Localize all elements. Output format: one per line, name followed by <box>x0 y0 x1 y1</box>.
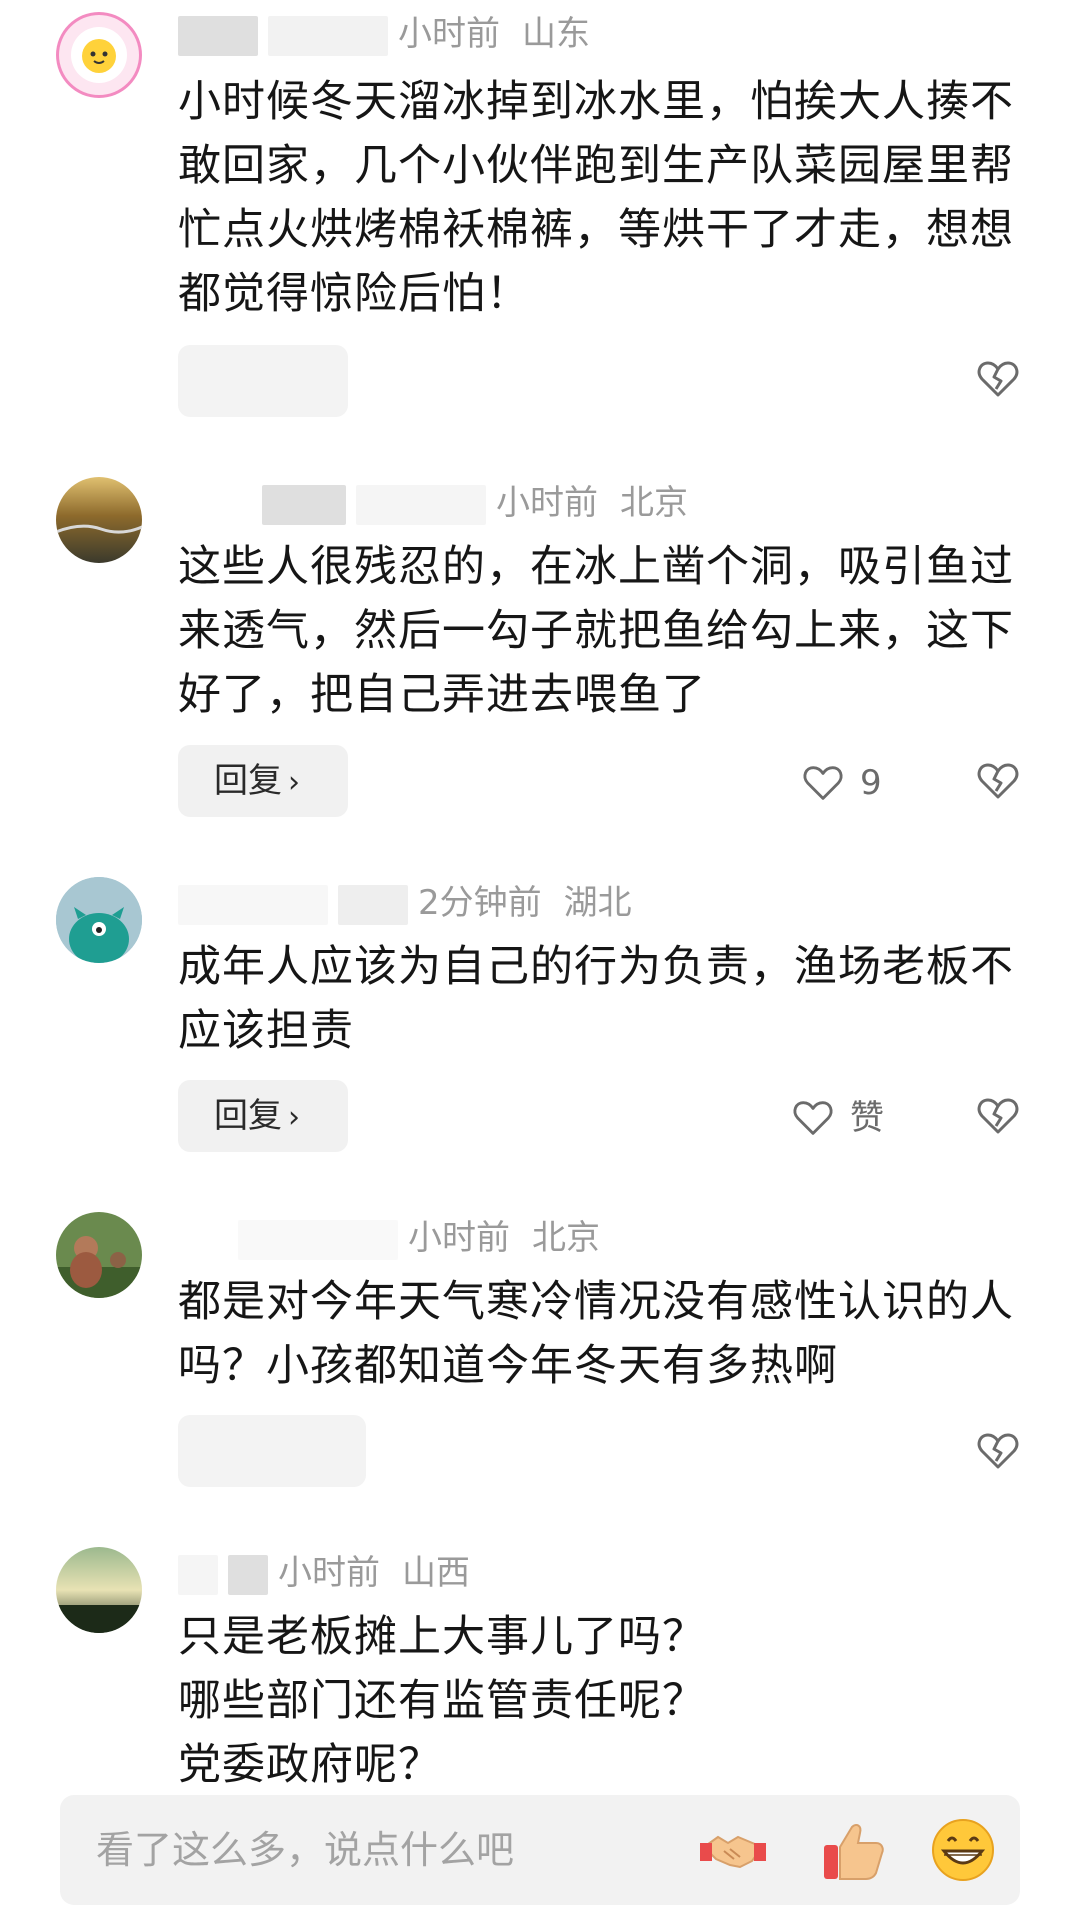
broken-heart-icon[interactable] <box>974 757 1022 805</box>
comment-text: 小时候冬天溜冰掉到冰水里，怕挨大人揍不敢回家，几个小伙伴跑到生产队菜园屋里帮忙点… <box>178 77 1014 319</box>
username-redacted <box>356 484 486 525</box>
photo-avatar-icon <box>56 1212 142 1298</box>
username-redacted <box>228 1554 268 1595</box>
broken-heart-icon[interactable] <box>974 1427 1022 1475</box>
comment-location: 北京 <box>532 1218 600 1258</box>
broken-heart-icon[interactable] <box>974 355 1022 403</box>
comment-text-line: 哪些部门还有监管责任呢？ <box>178 1676 706 1726</box>
heart-icon <box>793 1100 833 1135</box>
reply-button[interactable]: 回复 › <box>178 745 348 817</box>
comment-text-line: 只是老板摊上大事儿了吗？ <box>178 1612 706 1662</box>
comment-location: 北京 <box>620 483 688 523</box>
like-button[interactable]: 赞 <box>790 1080 884 1152</box>
comment-time: 2分钟前 <box>418 883 542 923</box>
avatar[interactable] <box>56 877 142 963</box>
reply-label: 回复 <box>214 761 282 801</box>
comment-item: 小时前 山西 只是老板摊上大事儿了吗？ 哪些部门还有监管责任呢？ 党委政府呢？ <box>0 1535 1080 1790</box>
grinning-emoji-icon[interactable] <box>930 1817 996 1883</box>
broken-heart-icon[interactable] <box>974 1092 1022 1140</box>
avatar[interactable] <box>56 1547 142 1633</box>
comment-item: 小时前 北京 这些人很残忍的，在冰上凿个洞，吸引鱼过来透气，然后一勾子就把鱼给勾上… <box>0 465 1080 865</box>
comment-text: 都是对今年天气寒冷情况没有感性认识的人吗？小孩都知道今年冬天有多热啊 <box>178 1277 1014 1391</box>
comment-meta: 小时前 北京 <box>178 1212 600 1264</box>
sunset-avatar-icon <box>56 1547 142 1633</box>
chevron-right-icon: › <box>288 765 300 800</box>
avatar[interactable] <box>56 1212 142 1298</box>
heart-icon <box>803 765 843 800</box>
handshake-emoji-icon[interactable] <box>700 1817 766 1883</box>
comment-meta: 小时前 北京 <box>178 477 688 529</box>
fried-egg-avatar-icon <box>59 15 139 95</box>
comment-input-bar[interactable]: 看了这么多，说点什么吧 <box>60 1795 1020 1905</box>
like-label: 赞 <box>850 1097 884 1138</box>
comment-text: 只是老板摊上大事儿了吗？ 哪些部门还有监管责任呢？ 党委政府呢？ <box>178 1605 1018 1790</box>
comment-time: 小时前 <box>408 1218 510 1258</box>
monster-avatar-icon <box>56 877 142 963</box>
username-redacted <box>178 1554 218 1595</box>
chevron-right-icon: › <box>288 1100 300 1135</box>
comment-item: 小时前 山东 小时候冬天溜冰掉到冰水里，怕挨大人揍不敢回家，几个小伙伴跑到生产队菜… <box>0 0 1080 440</box>
comment-text: 成年人应该为自己的行为负责，渔场老板不应该担责 <box>178 942 1014 1056</box>
avatar[interactable] <box>56 12 142 98</box>
comment-text: 这些人很残忍的，在冰上凿个洞，吸引鱼过来透气，然后一勾子就把鱼给勾上来，这下好了… <box>178 542 1014 720</box>
comment-time: 小时前 <box>496 483 598 523</box>
username-redacted <box>238 1219 398 1260</box>
like-count: 9 <box>860 762 882 803</box>
reply-button[interactable] <box>178 345 348 417</box>
like-button[interactable]: 9 <box>800 745 882 817</box>
comment-list: 小时前 山东 小时候冬天溜冰掉到冰水里，怕挨大人揍不敢回家，几个小伙伴跑到生产队菜… <box>0 0 1080 1790</box>
comment-item: 2分钟前 湖北 成年人应该为自己的行为负责，渔场老板不应该担责 回复 › 赞 <box>0 865 1080 1195</box>
comment-location: 山西 <box>402 1553 470 1593</box>
comment-location: 山东 <box>522 14 590 54</box>
comment-time: 小时前 <box>278 1553 380 1593</box>
comment-input-placeholder[interactable]: 看了这么多，说点什么吧 <box>96 1795 514 1905</box>
username-redacted <box>268 15 388 56</box>
landscape-avatar-icon <box>56 477 142 563</box>
comment-meta: 2分钟前 湖北 <box>178 877 632 929</box>
username-redacted <box>178 15 258 56</box>
avatar[interactable] <box>56 477 142 563</box>
reply-label: 回复 <box>214 1096 282 1136</box>
thumbs-up-emoji-icon[interactable] <box>820 1817 886 1883</box>
username-redacted <box>262 484 346 525</box>
username-redacted <box>338 884 408 925</box>
comment-location: 湖北 <box>563 883 632 923</box>
comment-time: 小时前 <box>398 14 500 54</box>
comment-text-line: 党委政府呢？ <box>178 1740 442 1790</box>
reply-button[interactable]: 回复 › <box>178 1080 348 1152</box>
comment-meta: 小时前 山西 <box>178 1547 470 1599</box>
username-redacted <box>178 884 328 925</box>
comment-item: 小时前 北京 都是对今年天气寒冷情况没有感性认识的人吗？小孩都知道今年冬天有多热啊 <box>0 1200 1080 1535</box>
reply-button[interactable] <box>178 1415 366 1487</box>
comment-meta: 小时前 山东 <box>178 8 590 60</box>
